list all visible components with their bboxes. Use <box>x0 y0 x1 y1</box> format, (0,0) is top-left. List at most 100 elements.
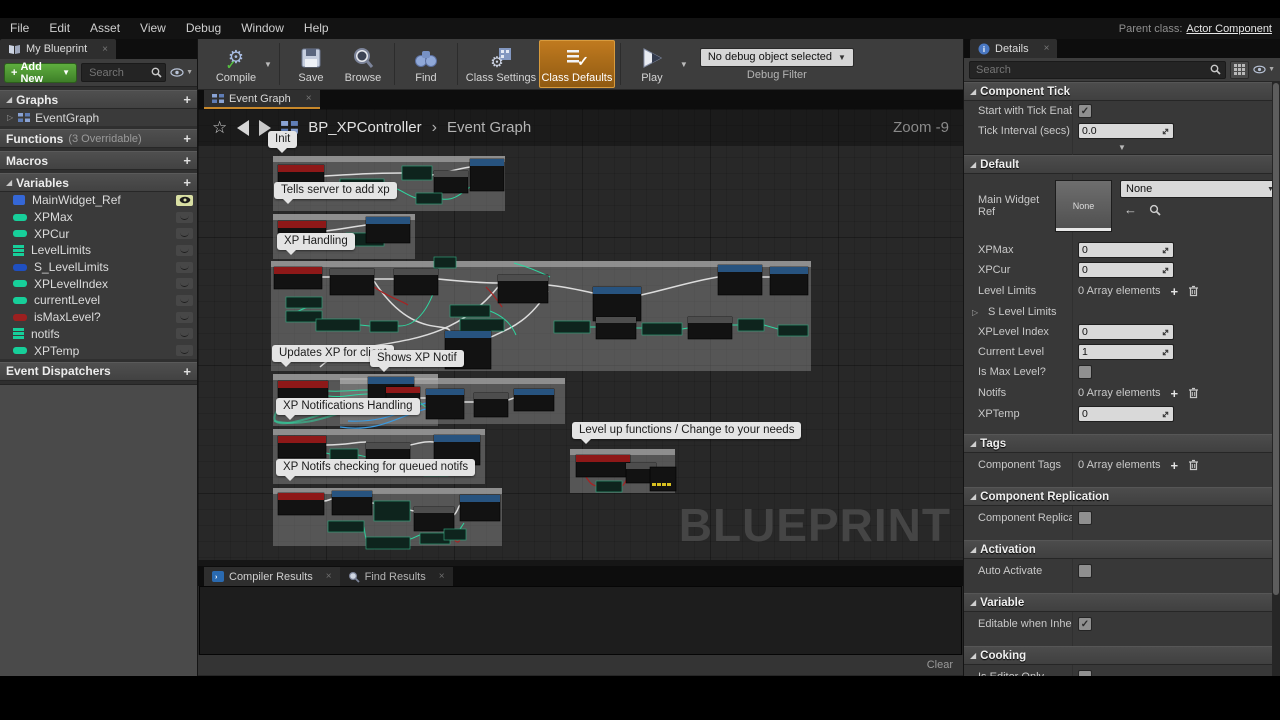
play-options-dropdown[interactable]: ▼ <box>680 60 688 69</box>
event-dispatchers-section-header[interactable]: Event Dispatchers + <box>0 362 197 381</box>
tick-interval-input[interactable]: 0.0 <box>1078 123 1174 139</box>
xpmax-input[interactable]: 0 <box>1078 242 1174 258</box>
section-header-default[interactable]: ◢ Default <box>964 155 1280 174</box>
functions-section-header[interactable]: Functions (3 Overridable) + <box>0 129 197 148</box>
variable-row-s-levellimits[interactable]: S_LevelLimits <box>0 259 197 276</box>
tab-event-graph[interactable]: Event Graph × <box>204 90 320 109</box>
menu-edit[interactable]: Edit <box>39 18 80 39</box>
main-widget-ref-dropdown[interactable]: None ▼ <box>1120 180 1280 198</box>
start-tick-checkbox[interactable] <box>1078 104 1092 118</box>
menu-view[interactable]: View <box>130 18 176 39</box>
clear-button[interactable]: Clear <box>927 659 953 671</box>
variable-visibility-toggle[interactable] <box>176 328 193 339</box>
menu-asset[interactable]: Asset <box>80 18 130 39</box>
save-button[interactable]: Save <box>285 40 337 88</box>
details-scrollbar[interactable] <box>1272 81 1280 676</box>
add-function-button[interactable]: + <box>183 131 191 146</box>
tab-details[interactable]: i Details × <box>970 39 1057 58</box>
close-icon[interactable]: × <box>306 93 312 104</box>
add-macro-button[interactable]: + <box>183 153 191 168</box>
variable-visibility-toggle[interactable] <box>176 278 193 289</box>
favorite-star-icon[interactable]: ☆ <box>212 118 227 138</box>
auto-activate-checkbox[interactable] <box>1078 564 1092 578</box>
variable-row-xpmax[interactable]: XPMax <box>0 209 197 226</box>
variable-visibility-toggle[interactable] <box>176 262 193 273</box>
variable-row-levellimits[interactable]: LevelLimits <box>0 242 197 259</box>
add-element-icon[interactable]: + <box>1171 284 1179 299</box>
details-search[interactable] <box>969 61 1226 79</box>
my-blueprint-search[interactable] <box>81 63 166 82</box>
asset-thumbnail[interactable]: None <box>1055 180 1112 232</box>
tab-compiler-results[interactable]: › Compiler Results × <box>204 567 340 586</box>
section-header-component-tick[interactable]: ◢ Component Tick <box>964 82 1280 101</box>
breadcrumb-leaf[interactable]: Event Graph <box>447 119 531 136</box>
trash-icon[interactable] <box>1188 459 1199 471</box>
tab-my-blueprint[interactable]: My Blueprint × <box>0 39 116 59</box>
details-view-options-button[interactable]: ▼ <box>1253 65 1275 74</box>
is-max-level-checkbox[interactable] <box>1078 365 1092 379</box>
property-matrix-icon[interactable] <box>1230 61 1249 79</box>
breadcrumb-root[interactable]: BP_XPController <box>308 119 421 136</box>
close-icon[interactable]: × <box>439 571 445 582</box>
class-defaults-button[interactable]: ✓ Class Defaults <box>539 40 615 88</box>
xpcur-input[interactable]: 0 <box>1078 262 1174 278</box>
variable-row-xplevelindex[interactable]: XPLevelIndex <box>0 275 197 292</box>
xptemp-input[interactable]: 0 <box>1078 406 1174 422</box>
compile-button[interactable]: ⚙✓ Compile <box>210 40 262 88</box>
variable-row-xpcur[interactable]: XPCur <box>0 225 197 242</box>
trash-icon[interactable] <box>1188 285 1199 297</box>
variable-row-ismaxlevel[interactable]: isMaxLevel? <box>0 309 197 326</box>
section-header-tags[interactable]: ◢ Tags <box>964 434 1280 453</box>
component-replicates-checkbox[interactable] <box>1078 511 1092 525</box>
nav-back-icon[interactable] <box>237 120 249 136</box>
section-header-variable[interactable]: ◢ Variable <box>964 593 1280 612</box>
my-blueprint-search-input[interactable] <box>87 66 151 80</box>
add-element-icon[interactable]: + <box>1171 458 1179 473</box>
variable-visibility-toggle[interactable] <box>176 295 193 306</box>
add-element-icon[interactable]: + <box>1171 386 1179 401</box>
sidebar-item-eventgraph[interactable]: ▷ EventGraph <box>0 109 197 126</box>
variable-visibility-toggle[interactable] <box>176 345 193 356</box>
debug-object-dropdown[interactable]: No debug object selected ▼ <box>700 48 854 67</box>
add-variable-button[interactable]: + <box>183 175 191 190</box>
trash-icon[interactable] <box>1188 387 1199 399</box>
section-header-component-replication[interactable]: ◢ Component Replication <box>964 487 1280 506</box>
variable-visibility-toggle[interactable] <box>176 228 193 239</box>
menu-window[interactable]: Window <box>231 18 294 39</box>
variable-row-currentlevel[interactable]: currentLevel <box>0 292 197 309</box>
close-icon[interactable]: × <box>326 571 332 582</box>
section-expander[interactable]: ▼ <box>964 141 1280 155</box>
variable-visibility-toggle[interactable] <box>176 312 193 323</box>
add-graph-button[interactable]: + <box>183 92 191 107</box>
section-header-cooking[interactable]: ◢ Cooking <box>964 646 1280 665</box>
play-button[interactable]: Play <box>626 40 678 88</box>
blueprint-canvas[interactable]: ☆ BP_XPController › Event Graph Zoom -9 <box>198 109 963 560</box>
use-selected-arrow-icon[interactable]: ← <box>1124 202 1137 217</box>
is-editor-only-checkbox[interactable] <box>1078 670 1092 676</box>
variable-visibility-toggle[interactable] <box>176 245 193 256</box>
current-level-input[interactable]: 1 <box>1078 344 1174 360</box>
variable-visibility-toggle[interactable] <box>176 195 193 206</box>
menu-help[interactable]: Help <box>294 18 339 39</box>
xplevel-index-input[interactable]: 0 <box>1078 324 1174 340</box>
variables-section-header[interactable]: ◢ Variables + <box>0 173 197 192</box>
browse-button[interactable]: Browse <box>337 40 389 88</box>
browse-to-asset-icon[interactable] <box>1149 204 1161 216</box>
graphs-section-header[interactable]: ◢ Graphs + <box>0 90 197 109</box>
variable-row-mainwidget-ref[interactable]: MainWidget_Ref <box>0 192 197 209</box>
close-icon[interactable]: × <box>1044 43 1050 54</box>
scrollbar-thumb[interactable] <box>1273 83 1279 595</box>
tab-find-results[interactable]: Find Results × <box>340 567 453 586</box>
variable-visibility-toggle[interactable] <box>176 212 193 223</box>
compile-options-dropdown[interactable]: ▼ <box>264 60 272 69</box>
close-icon[interactable]: × <box>102 44 108 55</box>
editable-when-inherited-checkbox[interactable] <box>1078 617 1092 631</box>
visibility-filter-button[interactable]: ▼ <box>170 68 193 77</box>
expander-icon[interactable]: ▷ <box>964 308 980 317</box>
class-settings-button[interactable]: ⚙ Class Settings <box>463 40 539 88</box>
variable-row-xptemp[interactable]: XPTemp <box>0 342 197 359</box>
variable-row-notifs[interactable]: notifs <box>0 326 197 343</box>
details-search-input[interactable] <box>974 63 1210 77</box>
menu-debug[interactable]: Debug <box>176 18 231 39</box>
add-new-button[interactable]: + Add New ▼ <box>4 63 77 83</box>
